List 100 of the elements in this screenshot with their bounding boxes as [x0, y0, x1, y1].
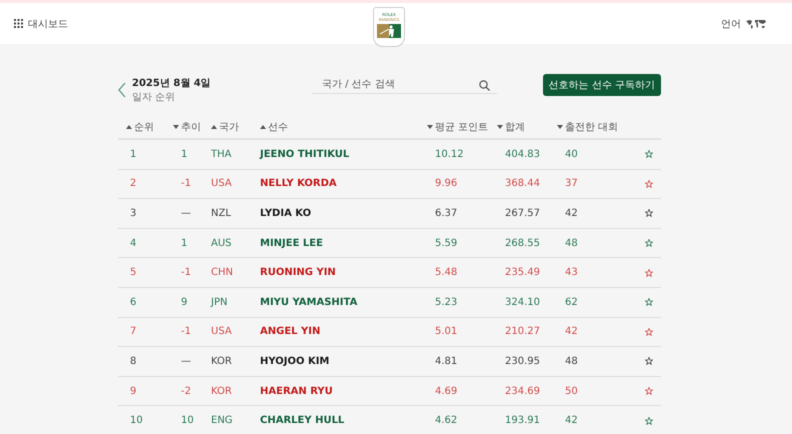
movement-cell-text: 10	[180, 415, 195, 426]
player-name-link[interactable]: HAERAN RYU	[260, 386, 435, 397]
movement-cell-text: 1	[180, 148, 188, 160]
movement-cell-text: -1	[180, 178, 192, 190]
player-name-link[interactable]: ANGEL YIN	[260, 326, 435, 338]
rank-cell-text: 8	[129, 356, 138, 367]
events-cell-text: 48	[565, 356, 579, 367]
average-points-cell-text: 9.96	[435, 178, 458, 190]
country-cell-text: ENG	[211, 415, 234, 426]
rank-cell-text: 1	[129, 148, 138, 160]
star-icon[interactable]	[645, 387, 653, 396]
column-header[interactable]: 합계	[505, 120, 525, 134]
star-icon[interactable]	[645, 268, 653, 277]
sort-up-icon[interactable]	[211, 124, 217, 130]
sort-down-icon[interactable]	[497, 124, 503, 130]
language-selector[interactable]: 언어	[721, 16, 766, 30]
movement-cell-text: 1	[180, 238, 188, 249]
total-points-cell-text: 193.91	[505, 415, 541, 426]
rank-cell-text: 10	[129, 415, 144, 426]
movement-cell-text: 9	[180, 296, 188, 308]
average-points-cell-text: 5.23	[435, 296, 458, 308]
grid-icon	[14, 19, 23, 28]
player-name-link[interactable]: CHARLEY HULL	[260, 415, 435, 426]
total-points-cell-text: 268.55	[505, 238, 541, 249]
dashboard-link[interactable]: 대시보드	[14, 16, 68, 30]
star-icon[interactable]	[645, 150, 653, 158]
star-icon[interactable]	[645, 416, 653, 425]
golfer-emblem-icon	[377, 24, 401, 38]
country-cell-text: NZL	[211, 208, 232, 219]
ranking-date: 2025년 8월 4일	[132, 77, 211, 90]
events-cell-text: 42	[565, 208, 579, 219]
star-icon[interactable]	[645, 239, 653, 248]
ranking-subtitle: 일자 순위	[132, 91, 176, 104]
country-cell-text: JPN	[211, 296, 228, 308]
average-points-cell-text: 4.69	[435, 386, 458, 397]
average-points-cell-text: 5.01	[435, 326, 458, 338]
star-icon[interactable]	[645, 180, 653, 188]
star-icon[interactable]	[645, 298, 653, 306]
rank-cell-text: 6	[129, 296, 138, 308]
movement-cell-text: -1	[180, 326, 192, 338]
sort-down-icon[interactable]	[173, 124, 179, 130]
column-header[interactable]: 순위	[134, 120, 154, 134]
rank-cell-text: 9	[129, 386, 138, 397]
rank-cell-text: 3	[129, 208, 138, 219]
country-cell-text: CHN	[211, 267, 234, 278]
subscribe-button[interactable]: 선호하는 선수 구독하기	[542, 74, 661, 96]
events-cell-text: 62	[565, 296, 579, 308]
rank-cell-text: 2	[129, 178, 138, 190]
average-points-cell-text: 6.37	[435, 208, 458, 219]
average-points-cell-text: 5.59	[435, 238, 458, 249]
column-header[interactable]: 추이	[181, 120, 201, 134]
rank-cell-text: 5	[129, 267, 138, 278]
sort-up-icon[interactable]	[126, 124, 132, 130]
player-name-link[interactable]: LYDIA KO	[260, 208, 435, 219]
player-name-link[interactable]: JEENO THITIKUL	[260, 148, 435, 160]
star-icon[interactable]	[645, 357, 653, 366]
player-name-link[interactable]: RUONING YIN	[260, 267, 435, 278]
column-header[interactable]: 평균 포인트	[435, 120, 488, 134]
column-header[interactable]: 출전한 대회	[565, 120, 618, 134]
world-map-icon	[746, 18, 766, 28]
player-name-link[interactable]: NELLY KORDA	[260, 178, 435, 190]
country-cell-text: USA	[211, 178, 233, 190]
total-points-cell-text: 230.95	[505, 356, 541, 367]
player-name-link[interactable]: MIYU YAMASHITA	[260, 296, 435, 308]
star-icon[interactable]	[645, 209, 653, 218]
column-header[interactable]: 국가	[219, 120, 239, 134]
rank-cell-text: 4	[129, 238, 138, 249]
player-name-link[interactable]: MINJEE LEE	[260, 238, 435, 249]
country-cell-text: KOR	[211, 386, 233, 397]
events-cell-text: 40	[565, 148, 579, 160]
events-cell-text: 50	[565, 386, 579, 397]
total-points-cell-text: 210.27	[505, 326, 541, 338]
total-points-cell-text: 267.57	[505, 208, 541, 219]
sort-up-icon[interactable]	[260, 124, 266, 130]
country-cell-text: THA	[211, 148, 232, 160]
column-header[interactable]: 선수	[268, 120, 288, 134]
country-cell-text: AUS	[211, 238, 233, 249]
back-chevron-icon[interactable]	[118, 82, 126, 98]
movement-cell-text: -1	[180, 267, 192, 278]
star-icon[interactable]	[645, 328, 653, 336]
search-field[interactable]: 국가 / 선수 검색	[312, 79, 497, 94]
average-points-cell-text: 10.12	[435, 148, 465, 160]
events-cell-text: 37	[565, 178, 579, 190]
movement-cell-text: —	[180, 208, 192, 219]
country-cell-text: USA	[211, 326, 233, 338]
average-points-cell-text: 4.81	[435, 356, 458, 367]
total-points-cell-text: 368.44	[505, 178, 541, 190]
movement-cell-text: —	[180, 356, 192, 367]
events-cell-text: 43	[565, 267, 579, 278]
search-icon[interactable]	[479, 80, 490, 90]
rank-cell-text: 7	[129, 326, 138, 338]
events-cell-text: 42	[565, 415, 579, 426]
average-points-cell-text: 5.48	[435, 267, 458, 278]
sort-down-icon[interactable]	[427, 124, 433, 130]
events-cell-text: 42	[565, 326, 579, 338]
total-points-cell-text: 234.69	[505, 386, 541, 397]
total-points-cell-text: 235.49	[505, 267, 541, 278]
sort-down-icon[interactable]	[557, 124, 563, 130]
player-name-link[interactable]: HYOJOO KIM	[260, 356, 435, 367]
movement-cell-text: -2	[180, 386, 192, 397]
